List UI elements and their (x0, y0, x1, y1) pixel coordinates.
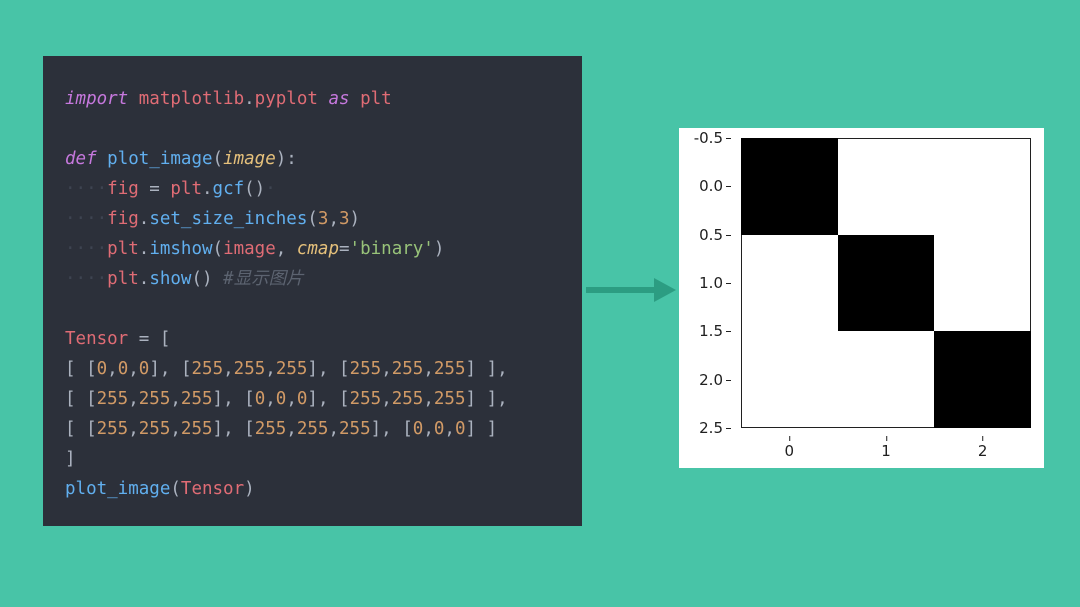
kwarg: cmap (297, 239, 339, 259)
heatmap-cell (741, 138, 838, 235)
method: gcf (213, 179, 245, 199)
keyword-import: import (65, 89, 128, 109)
function-name: plot_image (107, 149, 212, 169)
method: imshow (149, 239, 212, 259)
object: plt (107, 269, 139, 289)
comma: , (276, 239, 297, 259)
indent-guide: ···· (65, 179, 107, 199)
close-bracket: ] (65, 449, 76, 469)
argument: image (223, 239, 276, 259)
op-assign: = (139, 179, 171, 199)
variable: Tensor (65, 329, 128, 349)
comma: , (328, 209, 339, 229)
call: () (244, 179, 265, 199)
y-tick-label: 0.0 (673, 177, 723, 195)
rparen: ) (434, 239, 445, 259)
lparen: ( (307, 209, 318, 229)
object: plt (170, 179, 202, 199)
dot: . (244, 89, 255, 109)
param-name: image (223, 149, 276, 169)
object: fig (107, 209, 139, 229)
arrow-shaft (586, 287, 658, 293)
module-name: matplotlib (139, 89, 244, 109)
y-tick-label: 1.0 (673, 274, 723, 292)
x-tick-label: 2 (978, 442, 988, 460)
heatmap-cell (838, 235, 935, 332)
string: 'binary' (350, 239, 434, 259)
keyword-as: as (328, 89, 349, 109)
dot: . (139, 269, 150, 289)
rparen-colon: ): (276, 149, 297, 169)
number: 3 (339, 209, 350, 229)
rparen: ) (350, 209, 361, 229)
y-tick-label: 0.5 (673, 226, 723, 244)
argument: Tensor (181, 479, 244, 499)
indent-guide: ···· (65, 209, 107, 229)
number: 3 (318, 209, 329, 229)
submodule-name: pyplot (255, 89, 318, 109)
tensor-row-2: [ [255,255,255], [255,255,255], [0,0,0] … (65, 419, 497, 439)
call: () (191, 269, 212, 289)
op-assign-bracket: = [ (128, 329, 170, 349)
function-call: plot_image (65, 479, 170, 499)
lparen: ( (170, 479, 181, 499)
y-tick-label: 1.5 (673, 322, 723, 340)
y-tick-label: 2.0 (673, 371, 723, 389)
lparen: ( (213, 239, 224, 259)
lparen: ( (213, 149, 224, 169)
method: set_size_inches (149, 209, 307, 229)
method: show (149, 269, 191, 289)
indent-guide: ···· (65, 269, 107, 289)
comment: #显示图片 (223, 269, 304, 289)
x-tick-label: 1 (881, 442, 891, 460)
space (213, 269, 224, 289)
dot: . (139, 209, 150, 229)
y-tick-label: 2.5 (673, 419, 723, 437)
trailing-space: · (265, 179, 276, 199)
tensor-row-0: [ [0,0,0], [255,255,255], [255,255,255] … (65, 359, 508, 379)
indent-guide: ···· (65, 239, 107, 259)
object: plt (107, 239, 139, 259)
x-tick-label: 0 (785, 442, 795, 460)
tensor-row-1: [ [255,255,255], [0,0,0], [255,255,255] … (65, 389, 508, 409)
y-tick-label: -0.5 (673, 129, 723, 147)
dot: . (139, 239, 150, 259)
keyword-def: def (65, 149, 97, 169)
rparen: ) (244, 479, 255, 499)
dot: . (202, 179, 213, 199)
plot-axes: -0.50.00.51.01.52.02.5 012 (741, 138, 1031, 428)
alias-name: plt (360, 89, 392, 109)
op-assign: = (339, 239, 350, 259)
plot-output-panel: -0.50.00.51.01.52.02.5 012 (679, 128, 1044, 468)
code-editor-panel: import matplotlib.pyplot as plt def plot… (43, 56, 582, 526)
arrow-icon (586, 278, 676, 302)
variable: fig (107, 179, 139, 199)
heatmap-cell (934, 331, 1031, 428)
